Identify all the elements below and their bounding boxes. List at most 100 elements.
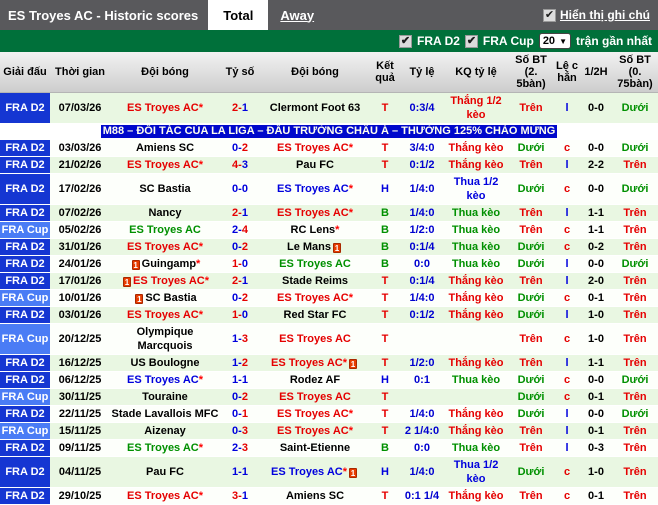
odd-even: c [554,456,580,488]
team-name: ES Troyes AC [276,292,349,304]
match-row: FRA Cup 10/01/26 1 SC Bastia 0-2 ES Troyes AC… [0,289,658,307]
league-badge: FRA D2 [0,173,50,205]
odds-result: Thắng kèo [444,354,508,372]
home-team-cell: 1 SC Bastia [110,289,220,307]
half-time-score: 0-1 [580,487,612,505]
odd-even: c [554,323,580,355]
half-time-score: 2-0 [580,272,612,290]
favorite-star: * [348,207,353,219]
favorite-star: * [342,466,347,478]
away-team-cell: Pau FC [260,156,370,174]
col-header-goals-075: Số BT (0. 75bàn) [612,52,658,93]
score-cell: 1-0 [220,306,260,324]
favorite-star: * [348,183,353,195]
result-letter: T [370,289,400,307]
over-under-075: Dưới [612,92,658,124]
league-badge: FRA D2 [0,405,50,423]
odd-even: l [554,156,580,174]
result-letter: T [370,323,400,355]
score-cell: 0-2 [220,289,260,307]
col-header-goals-25: Số BT (2. 5bàn) [508,52,554,93]
historic-scores-table: Giải đấu Thời gian Đội bóng Tỷ số Đội bó… [0,52,658,505]
score-cell: 0-0 [220,173,260,205]
odd-even: c [554,487,580,505]
team-name: Pau FC [296,159,334,171]
show-notes-checkbox[interactable]: ✔ [543,8,556,22]
away-team-cell: Saint-Etienne [260,439,370,457]
half-time-score: 1-1 [580,354,612,372]
ad-row: M88 – ĐỐI TÁC CỦA LA LIGA – ĐẤU TRƯỜNG C… [0,123,658,140]
league-badge: FRA D2 [0,238,50,256]
home-team-cell: ES Troyes AC* [110,306,220,324]
over-under-075: Trên [612,422,658,440]
handicap-odds: 1/4:0 [400,456,444,488]
over-under-25: Trên [508,422,554,440]
handicap-odds: 0:3/4 [400,92,444,124]
col-header-home-team: Đội bóng [110,52,220,93]
odd-even: l [554,272,580,290]
favorite-star: * [198,102,203,114]
away-team-cell: ES Troyes AC [260,255,370,273]
result-letter: T [370,92,400,124]
team-name: RC Lens [290,224,336,236]
match-row: FRA D2 31/01/26 ES Troyes AC* 0-2 Le Mans 1 B 0… [0,238,658,256]
over-under-25: Dưới [508,173,554,205]
away-team-cell: ES Troyes AC [260,323,370,355]
over-under-25: Trên [508,204,554,222]
result-letter: T [370,405,400,423]
league-badge: FRA Cup [0,289,50,307]
score-cell: 1-2 [220,354,260,372]
odd-even: l [554,354,580,372]
match-date: 22/11/25 [50,405,110,423]
favorite-star: * [342,357,347,369]
over-under-075: Trên [612,289,658,307]
away-team-cell: ES Troyes AC* [260,204,370,222]
fra-cup-checkbox[interactable]: ✔ [464,34,478,48]
odds-result: Thắng kèo [444,139,508,157]
tab-total[interactable]: Total [208,0,269,30]
odds-result: Thắng kèo [444,156,508,174]
tab-away[interactable]: Away [268,0,326,30]
page-title: ES Troyes AC - Historic scores [8,7,199,23]
half-time-score: 0-1 [580,289,612,307]
handicap-odds: 0:1/2 [400,306,444,324]
handicap-odds: 0:1 1/4 [400,487,444,505]
fra-d2-checkbox[interactable]: ✔ [399,34,413,48]
handicap-odds [400,323,444,355]
away-goals: 1 [241,408,248,420]
home-team-cell: ES Troyes AC* [110,92,220,124]
red-card-icon: 1 [349,468,357,478]
red-card-icon: 1 [131,260,140,270]
favorite-star: * [348,408,353,420]
match-row: FRA D2 09/11/25 ES Troyes AC* 2-3 Saint-Etie… [0,439,658,457]
home-team-cell: Stade Lavallois MFC [110,405,220,423]
team-name: ES Troyes AC [279,333,351,345]
over-under-25: Trên [508,221,554,239]
away-goals: 0 [241,258,248,270]
favorite-star: * [198,241,203,253]
away-goals: 1 [241,466,248,478]
away-goals: 0 [241,309,248,321]
over-under-25: Dưới [508,405,554,423]
match-row: FRA D2 24/01/26 1 Guingamp* 1-0 ES Troyes AC B… [0,255,658,273]
half-time-score: 0-0 [580,139,612,157]
away-goals: 1 [241,490,248,502]
match-date: 24/01/26 [50,255,110,273]
odds-result: Thua 1/2 kèo [444,173,508,205]
match-row: FRA D2 06/12/25 ES Troyes AC* 1-1 Rodez AF H 0… [0,371,658,389]
odd-even: c [554,371,580,389]
over-under-075: Trên [612,439,658,457]
red-card-icon: 1 [122,277,131,287]
home-team-cell: Olympique Marcquois [110,323,220,355]
away-goals: 2 [241,391,248,403]
home-team-cell: ES Troyes AC* [110,487,220,505]
league-badge: FRA D2 [0,487,50,505]
home-team-cell: Pau FC [110,456,220,488]
match-date: 31/01/26 [50,238,110,256]
away-goals: 2 [241,357,248,369]
away-goals: 1 [241,275,248,287]
match-date: 04/11/25 [50,456,110,488]
col-header-date: Thời gian [50,52,110,93]
ad-banner[interactable]: M88 – ĐỐI TÁC CỦA LA LIGA – ĐẤU TRƯỜNG C… [101,125,557,138]
match-count-select[interactable]: 20 ▼ [538,33,571,49]
